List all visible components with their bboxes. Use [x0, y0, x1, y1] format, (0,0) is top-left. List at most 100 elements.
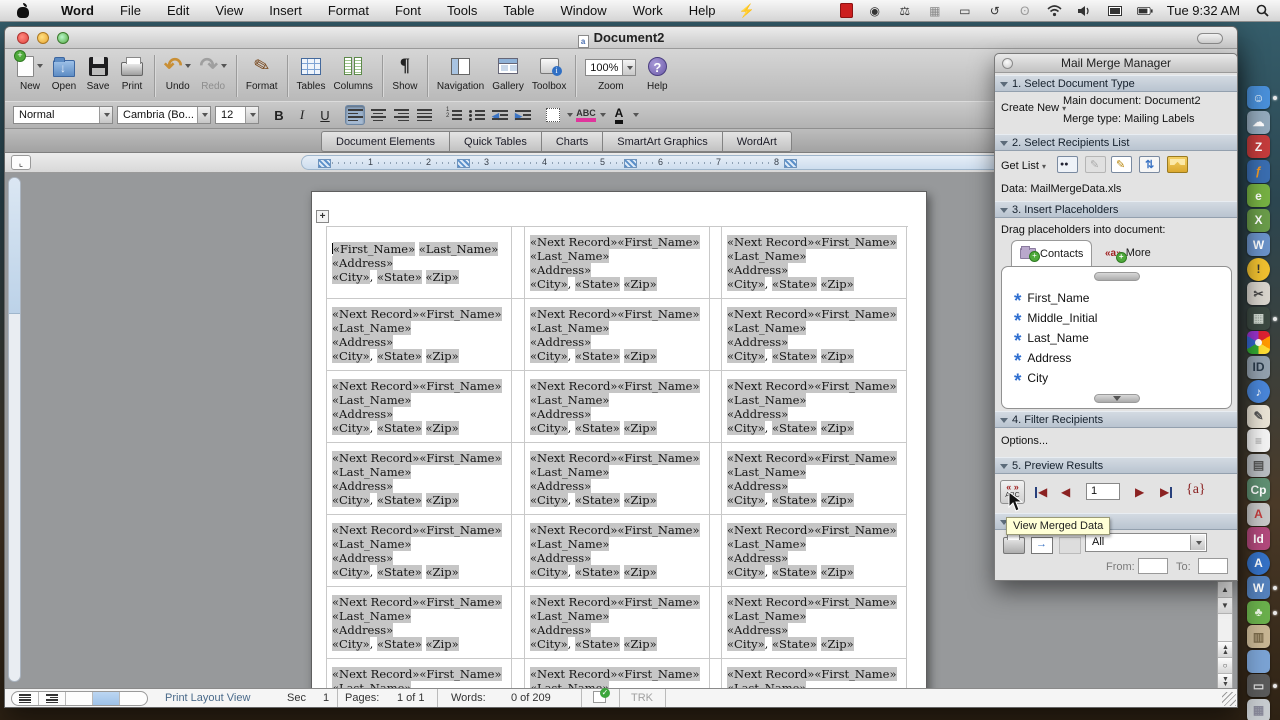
bulleted-list-button[interactable]	[467, 105, 487, 125]
filter-sort-icon[interactable]	[1139, 156, 1160, 173]
menu-format[interactable]: Format	[315, 0, 382, 22]
font-dropdown-icon[interactable]	[197, 107, 210, 123]
menu-tools[interactable]: Tools	[434, 0, 490, 22]
dock-icon-display[interactable]: ▭	[1247, 674, 1270, 697]
dock-icon-stack[interactable]: ▥	[1247, 625, 1270, 648]
scroll-down-pill[interactable]	[1094, 394, 1140, 403]
draft-view-button[interactable]	[12, 692, 39, 705]
dock-icon-weather[interactable]: ☁	[1247, 111, 1270, 134]
borders-dropdown-icon[interactable]	[567, 113, 573, 117]
scroll-up-pill[interactable]	[1094, 272, 1140, 281]
edit-recipients-icon[interactable]	[1111, 156, 1132, 173]
film-status-icon[interactable]	[840, 3, 853, 18]
menu-table[interactable]: Table	[490, 0, 547, 22]
label-cell[interactable]: «Next Record»«First_Name»«Last_Name»«Add…	[525, 299, 710, 371]
dock-icon-word[interactable]: W	[1247, 233, 1270, 256]
menu-view[interactable]: View	[202, 0, 256, 22]
create-new-popup[interactable]: Create New ▾	[1001, 102, 1066, 114]
label-cell[interactable]: «Next Record»«First_Name»«Last_Name»«Add…	[525, 515, 710, 587]
highlight-button[interactable]: ABC	[576, 105, 596, 125]
table-column-marker[interactable]	[784, 159, 797, 168]
envelope-data-icon[interactable]	[1167, 156, 1188, 173]
wifi-status-icon[interactable]	[1047, 3, 1063, 19]
decrease-indent-button[interactable]	[490, 105, 510, 125]
placeholder-last_name[interactable]: *Last_Name	[1014, 329, 1089, 347]
tab-quick-tables[interactable]: Quick Tables	[449, 131, 541, 152]
dock-icon-plant[interactable]: ♣	[1247, 601, 1270, 624]
section-2-header[interactable]: 2. Select Recipients List	[995, 134, 1237, 151]
spelling-status-icon[interactable]	[593, 691, 606, 703]
view-mode-label[interactable]: Print Layout View	[165, 692, 250, 704]
publishing-layout-button[interactable]	[66, 692, 93, 705]
dock-icon-finder[interactable]: ☺	[1247, 86, 1270, 109]
contacts-tab[interactable]: Contacts	[1011, 240, 1092, 266]
label-cell[interactable]: «Next Record»«First_Name»«Last_Name»«Add…	[722, 587, 907, 659]
menu-help[interactable]: Help	[676, 0, 729, 22]
title-bar[interactable]: aDocument2	[5, 27, 1237, 49]
align-center-button[interactable]	[368, 105, 388, 125]
dock-icon-writer[interactable]: W	[1247, 576, 1270, 599]
placeholder-address[interactable]: *Address	[1014, 349, 1071, 367]
find-recipient-icon[interactable]	[1057, 156, 1078, 173]
merge-range-dropdown-icon[interactable]	[1190, 535, 1205, 550]
dock-icon-folder[interactable]	[1247, 650, 1270, 673]
hook-status-icon[interactable]: ⚖	[897, 3, 913, 19]
script-menu-icon[interactable]: ⚡	[729, 3, 765, 19]
zoom-button[interactable]: 100%Zoom	[581, 53, 640, 99]
tab-charts[interactable]: Charts	[541, 131, 602, 152]
scroll-up-button[interactable]: ▲	[1218, 582, 1232, 598]
menu-word[interactable]: Word	[48, 0, 107, 22]
menu-font[interactable]: Font	[382, 0, 434, 22]
table-move-handle[interactable]: +	[316, 210, 329, 223]
tab-wordart[interactable]: WordArt	[722, 131, 792, 152]
columns-button[interactable]: Columns	[329, 53, 376, 99]
dock-icon-appstore[interactable]: A	[1247, 552, 1270, 575]
dock-icon-firefox[interactable]: ƒ	[1247, 160, 1270, 183]
increase-indent-button[interactable]	[513, 105, 533, 125]
from-field[interactable]	[1138, 558, 1168, 574]
table-column-marker[interactable]	[457, 159, 470, 168]
print-button[interactable]: Print	[115, 53, 149, 99]
tables-button[interactable]: Tables	[293, 53, 330, 99]
dock-icon-grid[interactable]: ▤	[1247, 454, 1270, 477]
options-button[interactable]: Options...	[1001, 435, 1048, 447]
label-cell[interactable]: «Next Record»«First_Name»«Last_Name»«Add…	[327, 299, 512, 371]
bold-button[interactable]: B	[269, 105, 289, 125]
zoom-dropdown-icon[interactable]	[623, 59, 636, 76]
panel-title-bar[interactable]: Mail Merge Manager	[995, 54, 1237, 73]
table-column-marker[interactable]	[318, 159, 331, 168]
notebook-layout-button[interactable]	[120, 692, 147, 705]
vertical-ruler[interactable]	[8, 177, 21, 682]
label-cell[interactable]: «Next Record»«First_Name»«Last_Name»«Add…	[327, 659, 512, 690]
dock-icon-acrobat[interactable]: A	[1247, 503, 1270, 526]
numbered-list-button[interactable]	[444, 105, 464, 125]
menu-clock[interactable]: Tue 9:32 AM	[1167, 3, 1240, 18]
spotlight-icon[interactable]	[1254, 3, 1270, 19]
display-status-icon[interactable]: ▭	[957, 3, 973, 19]
toolbar-toggle-pill[interactable]	[1197, 33, 1223, 44]
menu-edit[interactable]: Edit	[154, 0, 202, 22]
dock-icon-itunes[interactable]: ♪	[1247, 380, 1270, 403]
align-right-button[interactable]	[391, 105, 411, 125]
time-machine-status-icon[interactable]: ↺	[987, 3, 1003, 19]
vertical-scrollbar[interactable]: ▲ ▼ ▲▲ ○ ▼▼	[1217, 581, 1233, 690]
help-button[interactable]: ?Help	[640, 53, 674, 99]
browse-object-button[interactable]: ○	[1218, 657, 1232, 673]
section-3-header[interactable]: 3. Insert Placeholders	[995, 201, 1237, 218]
previous-record-button[interactable]: ◀	[1061, 484, 1070, 500]
placeholder-middle_initial[interactable]: *Middle_Initial	[1014, 309, 1097, 327]
merge-to-printer-icon[interactable]	[1003, 537, 1025, 554]
highlight-dropdown-icon[interactable]	[600, 113, 606, 117]
to-field[interactable]	[1198, 558, 1228, 574]
tab-document-elements[interactable]: Document Elements	[321, 131, 449, 152]
label-cell[interactable]: «Next Record»«First_Name»«Last_Name»«Add…	[722, 443, 907, 515]
label-cell[interactable]: «Next Record»«First_Name»«Last_Name»«Add…	[722, 227, 907, 299]
undo-button[interactable]: ↶Undo	[160, 53, 195, 99]
label-cell[interactable]: «Next Record»«First_Name»«Last_Name»«Add…	[327, 587, 512, 659]
dock-icon-mail-z[interactable]: Z	[1247, 135, 1270, 158]
spaces-status-icon[interactable]: ▦	[927, 3, 943, 19]
dock-icon-presentation[interactable]: ▦	[1247, 307, 1270, 330]
volume-status-icon[interactable]	[1077, 3, 1093, 19]
font-color-dropdown-icon[interactable]	[633, 113, 639, 117]
label-cell[interactable]: «Next Record»«First_Name»«Last_Name»«Add…	[525, 227, 710, 299]
